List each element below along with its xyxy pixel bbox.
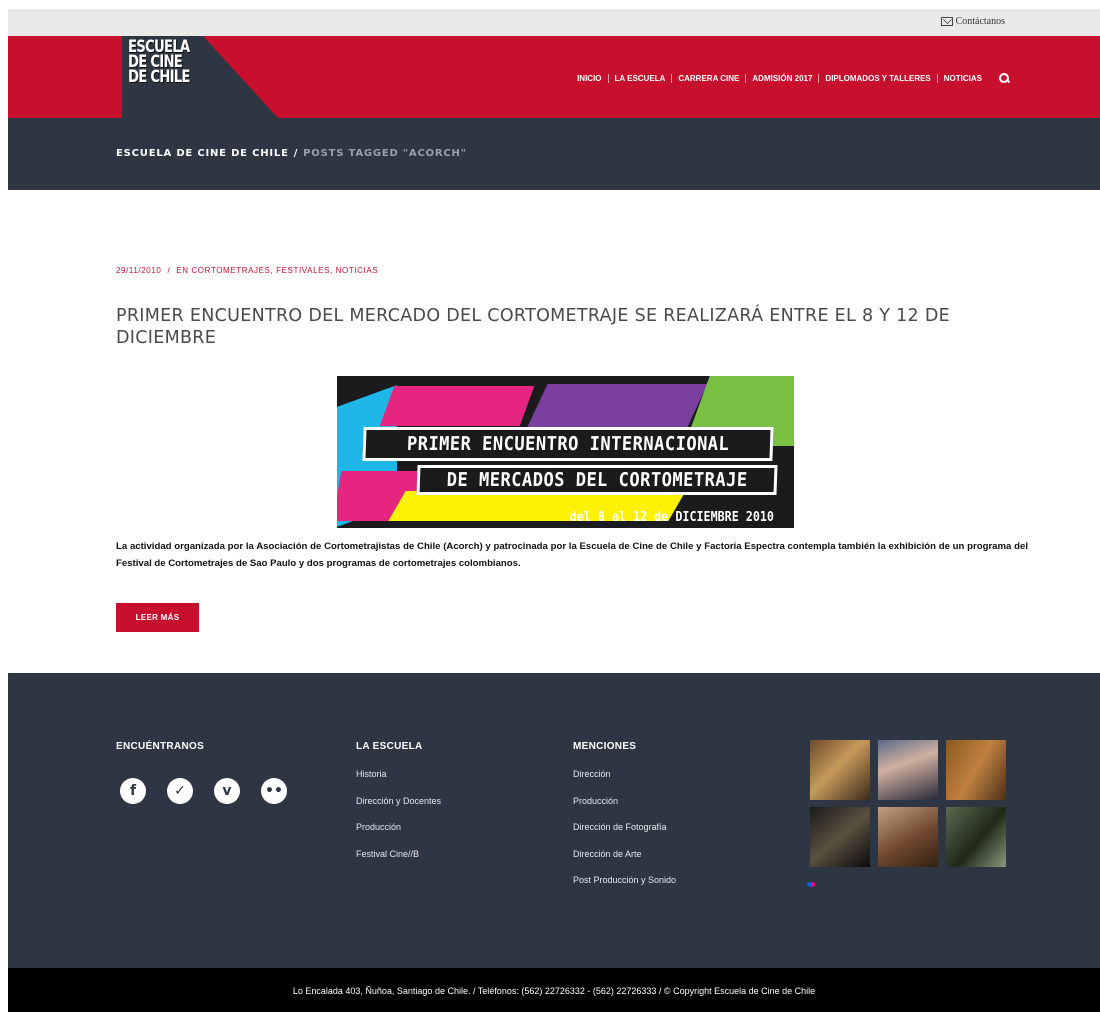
breadcrumb-bar: ESCUELA DE CINE DE CHILE / POSTS TAGGED … (8, 118, 1100, 190)
flickr-stream-link[interactable]: View stream on flickr (807, 879, 907, 890)
flickr-stream-label: View stream on flickr (815, 879, 908, 890)
nav-item-inicio[interactable]: INICIO (571, 74, 607, 83)
flickr-thumbnail[interactable] (878, 740, 938, 800)
nav-item-la-escuela[interactable]: LA ESCUELA (609, 74, 672, 83)
post-banner-image[interactable]: PRIMER ENCUENTRO INTERNACIONAL DE MERCAD… (337, 376, 794, 528)
post-title[interactable]: PRIMER ENCUENTRO DEL MERCADO DEL CORTOME… (116, 305, 1016, 349)
flickr-logo-icon (807, 882, 812, 887)
mail-icon (940, 17, 953, 26)
copyright-text: Lo Encalada 403, Ñuñoa, Santiago de Chil… (292, 986, 816, 996)
post-date: 29/11/2010 (116, 266, 162, 275)
footer-heading-find-us: ENCUÉNTRANOS (116, 741, 205, 752)
footer-link-direccion-docentes[interactable]: Dirección y Docentes (356, 796, 441, 806)
facebook-icon[interactable]: f (120, 778, 146, 804)
top-utility-bar: Contáctanos (8, 9, 1100, 36)
footer-link-mention-produccion[interactable]: Producción (573, 796, 618, 806)
banner-line-3: del 8 al 12 de DICIEMBRE 2010 (569, 510, 774, 525)
bottom-bar: Lo Encalada 403, Ñuñoa, Santiago de Chil… (8, 968, 1100, 1012)
social-icons: f ✓ v •• (120, 778, 287, 804)
banner-title-box-2: DE MERCADOS DEL CORTOMETRAJE (416, 465, 778, 495)
breadcrumb-separator: / (293, 148, 299, 159)
footer-link-mention-postproduccion[interactable]: Post Producción y Sonido (573, 875, 676, 885)
post-meta: 29/11/2010 / EN CORTOMETRAJES, FESTIVALE… (116, 266, 378, 275)
contact-label: Contáctanos (955, 16, 1005, 27)
vimeo-icon[interactable]: v (214, 778, 240, 804)
flickr-thumbnail[interactable] (810, 740, 870, 800)
flickr-thumbnail[interactable] (946, 740, 1006, 800)
search-icon[interactable] (998, 72, 1010, 84)
breadcrumb-current: POSTS TAGGED "ACORCH" (303, 148, 467, 159)
footer-link-mention-direccion[interactable]: Dirección (573, 769, 611, 779)
page: Contáctanos ESCUELA DE CINE DE CHILE INI… (8, 9, 1100, 1012)
site-footer: ENCUÉNTRANOS f ✓ v •• LA ESCUELA Histori… (8, 673, 1100, 968)
banner-stripe-magenta (379, 386, 535, 426)
flickr-thumbnail[interactable] (810, 807, 870, 867)
footer-link-historia[interactable]: Historia (356, 769, 387, 779)
nav-item-carrera-cine[interactable]: CARRERA CINE (672, 74, 745, 83)
site-logo[interactable]: ESCUELA DE CINE DE CHILE (128, 39, 198, 87)
footer-school-links: Historia Dirección y Docentes Producción… (356, 769, 441, 875)
banner-stripe-purple (526, 384, 708, 429)
post-meta-separator: / (167, 266, 171, 275)
footer-link-mention-arte[interactable]: Dirección de Arte (573, 849, 642, 859)
flickr-thumbnails (810, 740, 1006, 867)
post-excerpt: La actividad organizada por la Asociació… (116, 541, 1028, 569)
site-header: ESCUELA DE CINE DE CHILE INICIO LA ESCUE… (8, 36, 1100, 118)
post-categories[interactable]: EN CORTOMETRAJES, FESTIVALES, NOTICIAS (176, 266, 378, 275)
flickr-thumbnail[interactable] (946, 807, 1006, 867)
footer-heading-mentions: MENCIONES (573, 741, 637, 752)
banner-title-box-1: PRIMER ENCUENTRO INTERNACIONAL (362, 427, 774, 461)
footer-link-produccion[interactable]: Producción (356, 822, 401, 832)
footer-link-festival[interactable]: Festival Cine//B (356, 849, 419, 859)
contact-link[interactable]: Contáctanos (940, 16, 1005, 27)
banner-line-1: PRIMER ENCUENTRO INTERNACIONAL (406, 433, 730, 455)
logo-line-3: DE CHILE (128, 67, 190, 87)
flickr-icon[interactable]: •• (261, 778, 287, 804)
breadcrumb: ESCUELA DE CINE DE CHILE / POSTS TAGGED … (116, 148, 467, 159)
footer-link-mention-fotografia[interactable]: Dirección de Fotografía (573, 822, 667, 832)
nav-item-admision[interactable]: ADMISIÓN 2017 (746, 74, 818, 83)
main-nav: INICIO LA ESCUELA CARRERA CINE ADMISIÓN … (571, 72, 1010, 84)
nav-item-diplomados[interactable]: DIPLOMADOS Y TALLERES (819, 74, 936, 83)
breadcrumb-home-link[interactable]: ESCUELA DE CINE DE CHILE (116, 148, 289, 159)
banner-line-2: DE MERCADOS DEL CORTOMETRAJE (446, 469, 748, 491)
nav-item-noticias[interactable]: NOTICIAS (938, 74, 988, 83)
read-more-button[interactable]: LEER MÁS (116, 603, 199, 632)
twitter-icon[interactable]: ✓ (167, 778, 193, 804)
footer-mentions-links: Dirección Producción Dirección de Fotogr… (573, 769, 676, 902)
footer-heading-school: LA ESCUELA (356, 741, 423, 752)
flickr-thumbnail[interactable] (878, 807, 938, 867)
